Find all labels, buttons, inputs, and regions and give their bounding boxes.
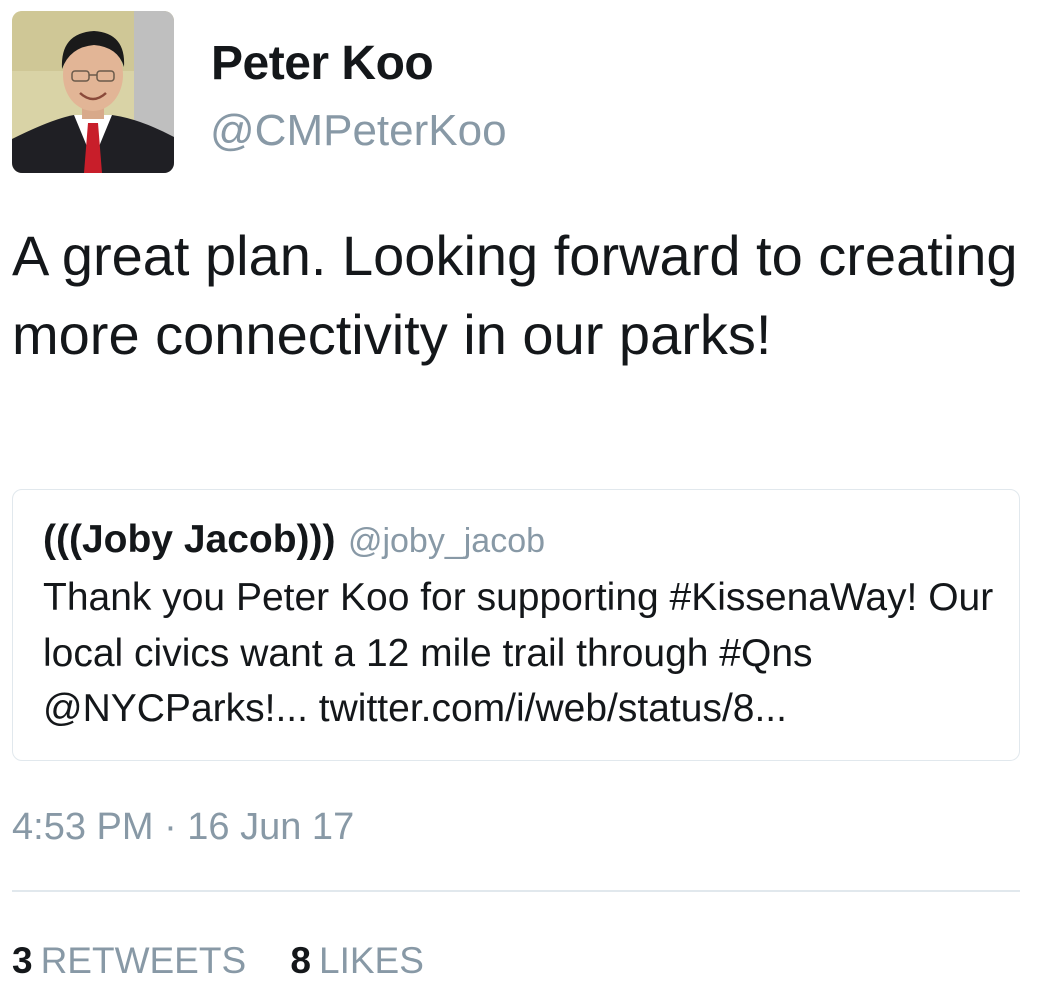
likes-stat[interactable]: 8 LIKES [290, 940, 423, 982]
avatar[interactable] [12, 11, 174, 173]
likes-label: LIKES [319, 940, 424, 981]
author-name[interactable]: Peter Koo [211, 36, 434, 91]
quoted-tweet-card[interactable]: (((Joby Jacob))) @joby_jacob Thank you P… [12, 489, 1020, 761]
retweets-label: RETWEETS [40, 940, 247, 981]
avatar-photo [12, 11, 174, 173]
tweet-text: A great plan. Looking forward to creatin… [12, 224, 1018, 366]
quoted-tweet-text: Thank you Peter Koo for supporting #Kiss… [43, 576, 994, 730]
quoted-author-name: (((Joby Jacob))) [43, 518, 336, 561]
tweet-timestamp[interactable]: 4:53 PM · 16 Jun 17 [12, 806, 354, 849]
retweets-count: 3 [12, 940, 33, 981]
author-handle[interactable]: @CMPeterKoo [210, 106, 507, 156]
retweets-stat[interactable]: 3 RETWEETS [12, 940, 246, 982]
quoted-tweet-header: (((Joby Jacob))) @joby_jacob [43, 518, 545, 562]
tweet-stats: 3 RETWEETS 8 LIKES [12, 940, 458, 982]
likes-count: 8 [290, 940, 311, 981]
quoted-author-handle: @joby_jacob [347, 522, 546, 560]
divider [12, 890, 1020, 892]
